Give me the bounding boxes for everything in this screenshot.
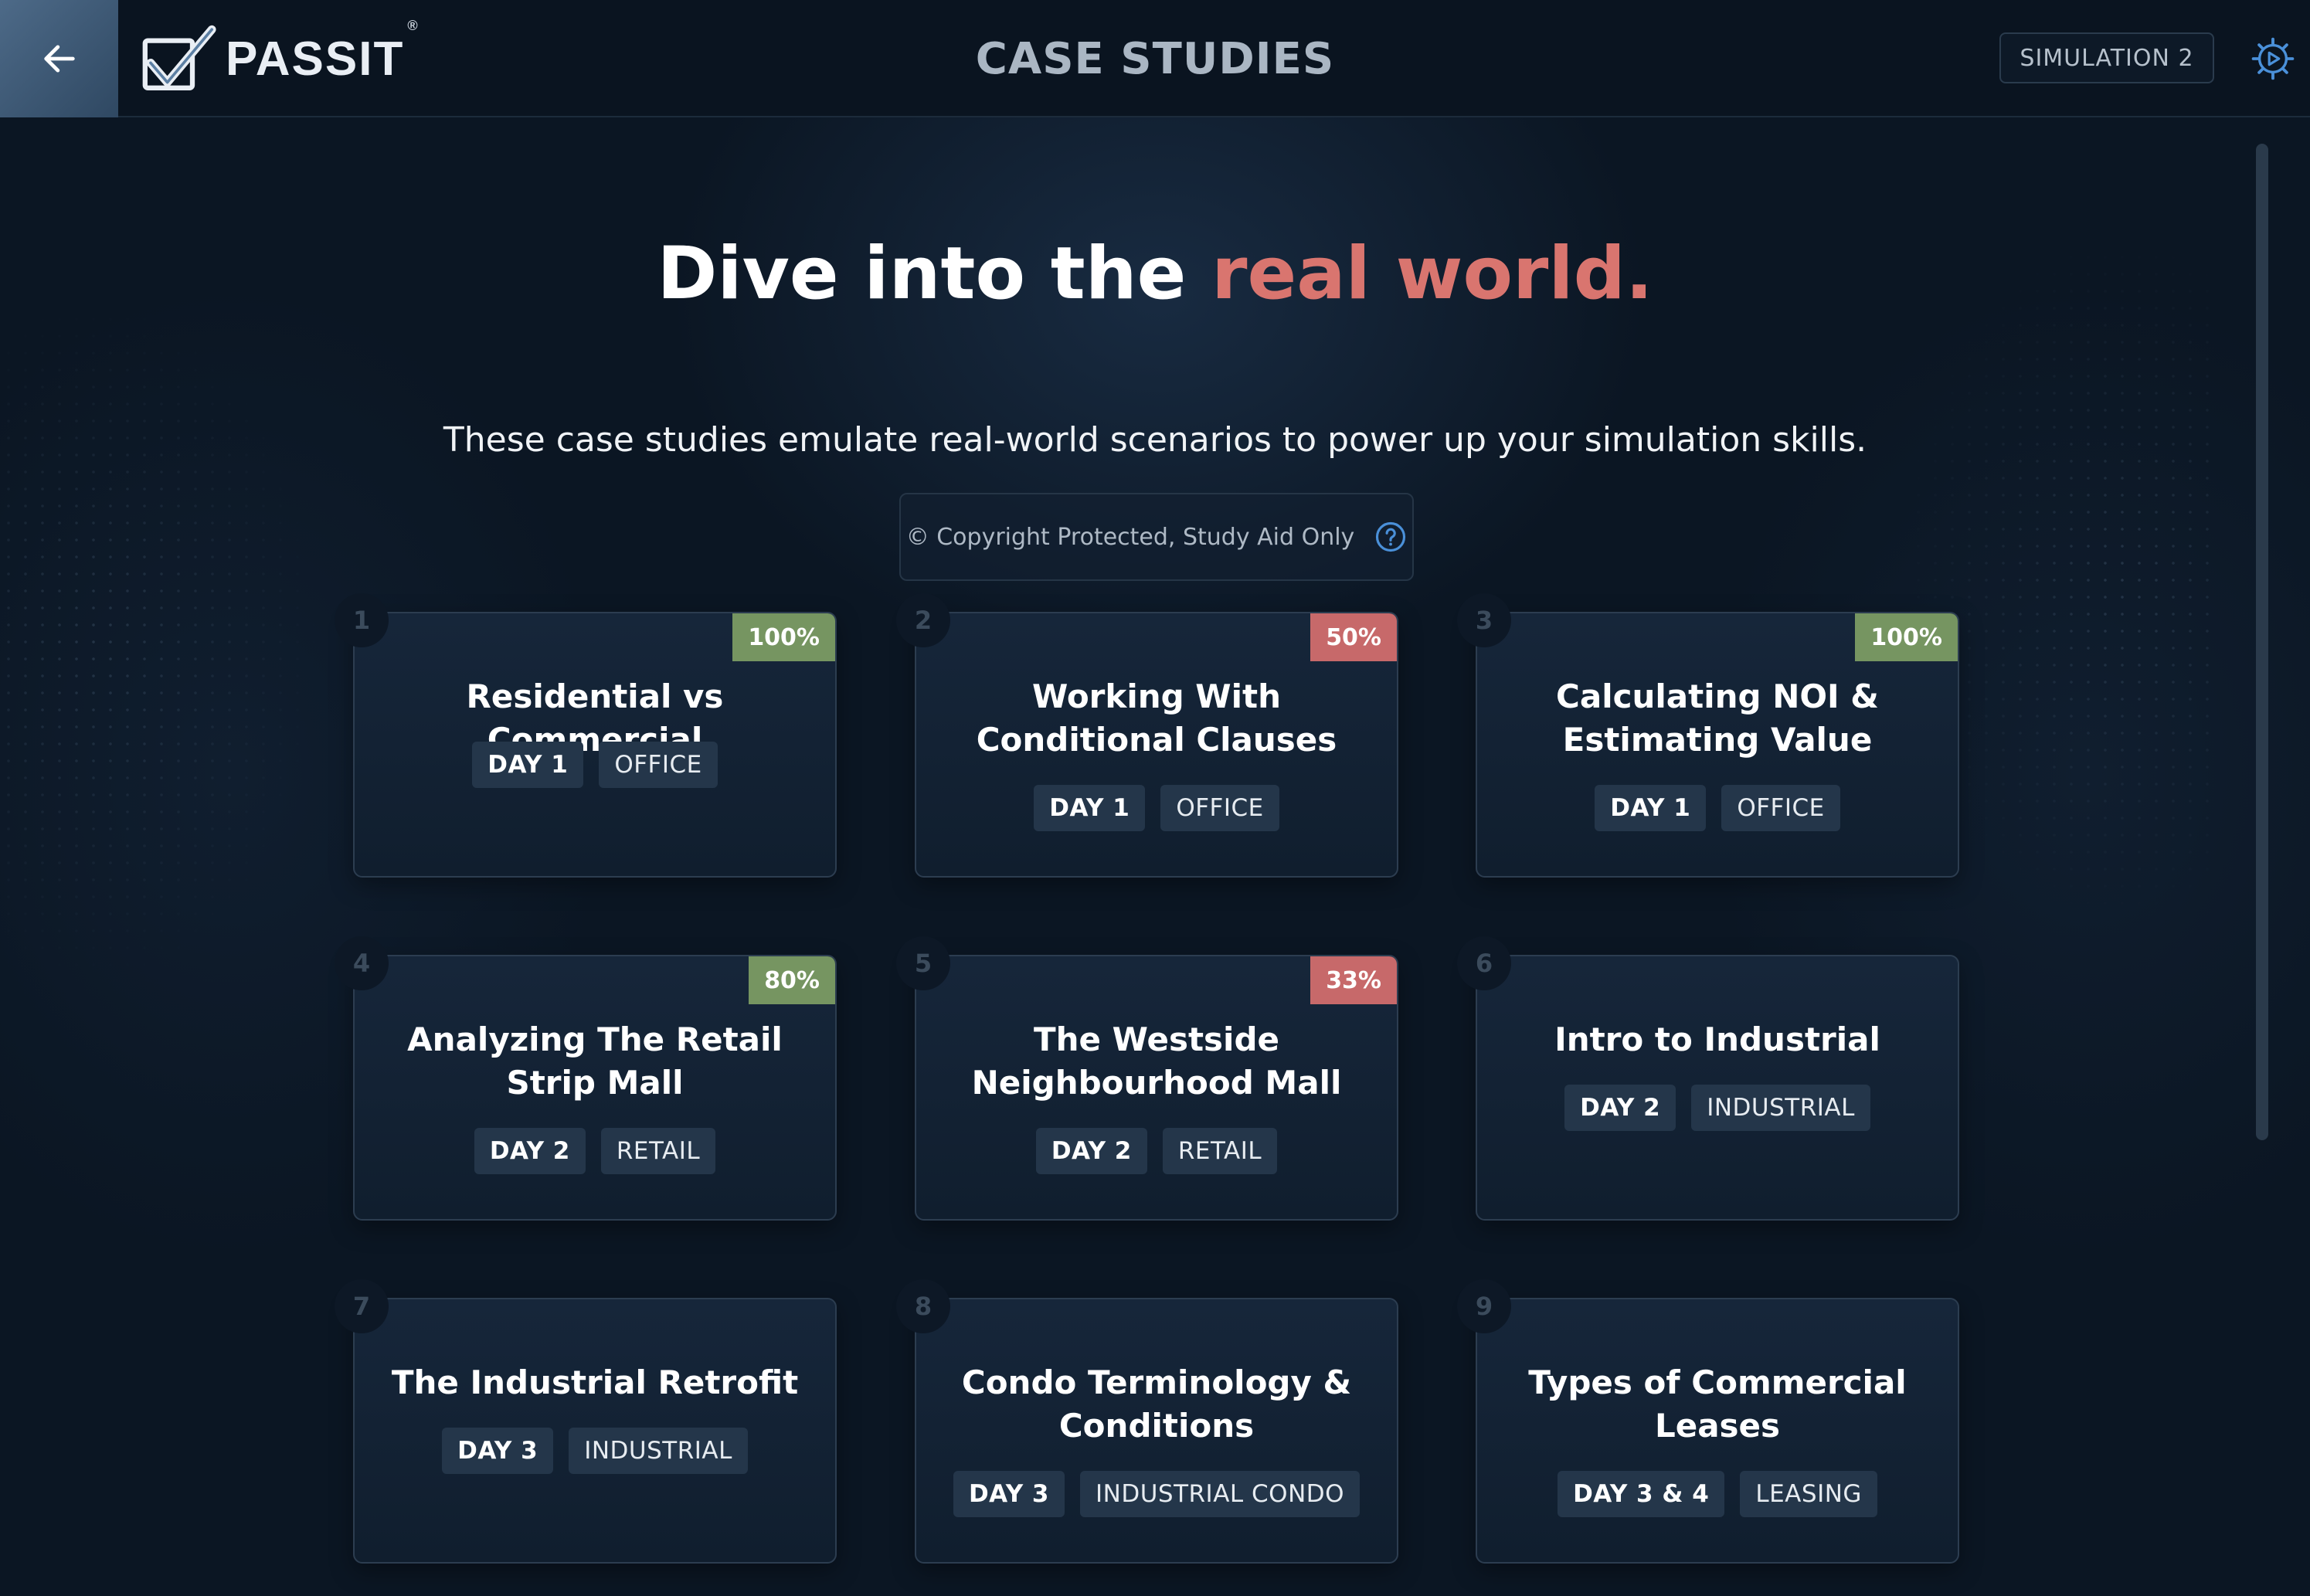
card-title: Analyzing The Retail Strip Mall: [407, 1020, 783, 1102]
arrow-left-icon: [43, 45, 75, 73]
case-study-card-5[interactable]: 33% The Westside Neighbourhood Mall DAY …: [915, 955, 1398, 1221]
category-tag: OFFICE: [1160, 785, 1279, 831]
day-tag: DAY 1: [1595, 785, 1707, 831]
case-study-card-7[interactable]: The Industrial Retrofit DAY 3 INDUSTRIAL: [353, 1298, 837, 1564]
card-number-3: 3: [1457, 593, 1511, 647]
question-circle-icon[interactable]: [1374, 521, 1407, 553]
card-tags: DAY 2 INDUSTRIAL: [1477, 1085, 1958, 1131]
simulation-badge[interactable]: SIMULATION 2: [1999, 32, 2214, 83]
progress-badge: 100%: [732, 613, 835, 661]
hero-title-accent: real world.: [1211, 232, 1653, 316]
category-tag: OFFICE: [599, 742, 718, 788]
card-tags: DAY 3 INDUSTRIAL: [355, 1428, 835, 1474]
day-tag: DAY 1: [472, 742, 584, 788]
card-title: Working With Conditional Clauses: [976, 677, 1337, 759]
day-tag: DAY 3 & 4: [1558, 1471, 1725, 1517]
card-title: The Industrial Retrofit: [391, 1363, 799, 1401]
progress-badge: 33%: [1310, 956, 1397, 1004]
category-tag: OFFICE: [1721, 785, 1840, 831]
day-tag: DAY 2: [1564, 1085, 1676, 1131]
checkmark-box-icon: [142, 25, 216, 90]
case-study-card-1[interactable]: 100% Residential vs Commercial DAY 1 OFF…: [353, 612, 837, 878]
hero-subtitle: These case studies emulate real-world sc…: [443, 420, 1867, 460]
day-tag: DAY 3: [953, 1471, 1065, 1517]
day-tag: DAY 2: [474, 1128, 586, 1174]
card-tags: DAY 3 INDUSTRIAL CONDO: [916, 1471, 1397, 1517]
category-tag: INDUSTRIAL: [569, 1428, 748, 1474]
category-tag: RETAIL: [1162, 1128, 1278, 1174]
day-tag: DAY 1: [1034, 785, 1146, 831]
card-number-9: 9: [1457, 1279, 1511, 1333]
card-number-5: 5: [896, 936, 950, 990]
card-title: Condo Terminology & Conditions: [961, 1363, 1352, 1445]
logo: PASSIT®: [136, 17, 420, 96]
card-number-1: 1: [335, 593, 389, 647]
card-tags: DAY 2 RETAIL: [916, 1128, 1397, 1174]
settings-button[interactable]: [2245, 31, 2301, 87]
case-study-card-8[interactable]: Condo Terminology & Conditions DAY 3 IND…: [915, 1298, 1398, 1564]
case-study-card-3[interactable]: 100% Calculating NOI & Estimating Value …: [1476, 612, 1959, 878]
category-tag: INDUSTRIAL: [1691, 1085, 1870, 1131]
card-number-6: 6: [1457, 936, 1511, 990]
case-study-card-4[interactable]: 80% Analyzing The Retail Strip Mall DAY …: [353, 955, 837, 1221]
progress-badge: 80%: [749, 956, 835, 1004]
category-tag: RETAIL: [600, 1128, 716, 1174]
card-number-8: 8: [896, 1279, 950, 1333]
category-tag: INDUSTRIAL CONDO: [1080, 1471, 1361, 1517]
card-number-2: 2: [896, 593, 950, 647]
case-studies-page: PASSIT® CASE STUDIES SIMULATION 2 Dive i…: [0, 0, 2310, 1596]
card-tags: DAY 2 RETAIL: [355, 1128, 835, 1174]
day-tag: DAY 2: [1035, 1128, 1147, 1174]
top-bar: PASSIT® CASE STUDIES SIMULATION 2: [0, 0, 2310, 117]
card-tags: DAY 1 OFFICE: [355, 742, 835, 788]
card-number-4: 4: [335, 936, 389, 990]
card-title: Intro to Industrial: [1554, 1020, 1880, 1058]
case-study-card-9[interactable]: Types of Commercial Leases DAY 3 & 4 LEA…: [1476, 1298, 1959, 1564]
card-tags: DAY 1 OFFICE: [1477, 785, 1958, 831]
category-tag: LEASING: [1740, 1471, 1877, 1517]
card-tags: DAY 3 & 4 LEASING: [1477, 1471, 1958, 1517]
card-tags: DAY 1 OFFICE: [916, 785, 1397, 831]
card-title: Calculating NOI & Estimating Value: [1556, 677, 1879, 759]
hero-title: Dive into the real world.: [657, 232, 1653, 316]
card-number-7: 7: [335, 1279, 389, 1333]
progress-badge: 100%: [1855, 613, 1958, 661]
page-title: CASE STUDIES: [975, 33, 1335, 84]
case-study-card-2[interactable]: 50% Working With Conditional Clauses DAY…: [915, 612, 1398, 878]
copyright-notice: © Copyright Protected, Study Aid Only: [899, 493, 1414, 581]
copyright-text: © Copyright Protected, Study Aid Only: [905, 523, 1355, 551]
case-study-card-6[interactable]: Intro to Industrial DAY 2 INDUSTRIAL: [1476, 955, 1959, 1221]
card-title: Types of Commercial Leases: [1528, 1363, 1907, 1445]
progress-badge: 50%: [1310, 613, 1397, 661]
card-title: The Westside Neighbourhood Mall: [971, 1020, 1342, 1102]
day-tag: DAY 3: [442, 1428, 554, 1474]
logo-text: PASSIT®: [226, 17, 420, 86]
decorative-dot-pattern-left: [0, 294, 324, 989]
back-button[interactable]: [0, 0, 118, 117]
gear-play-icon: [2251, 37, 2295, 80]
